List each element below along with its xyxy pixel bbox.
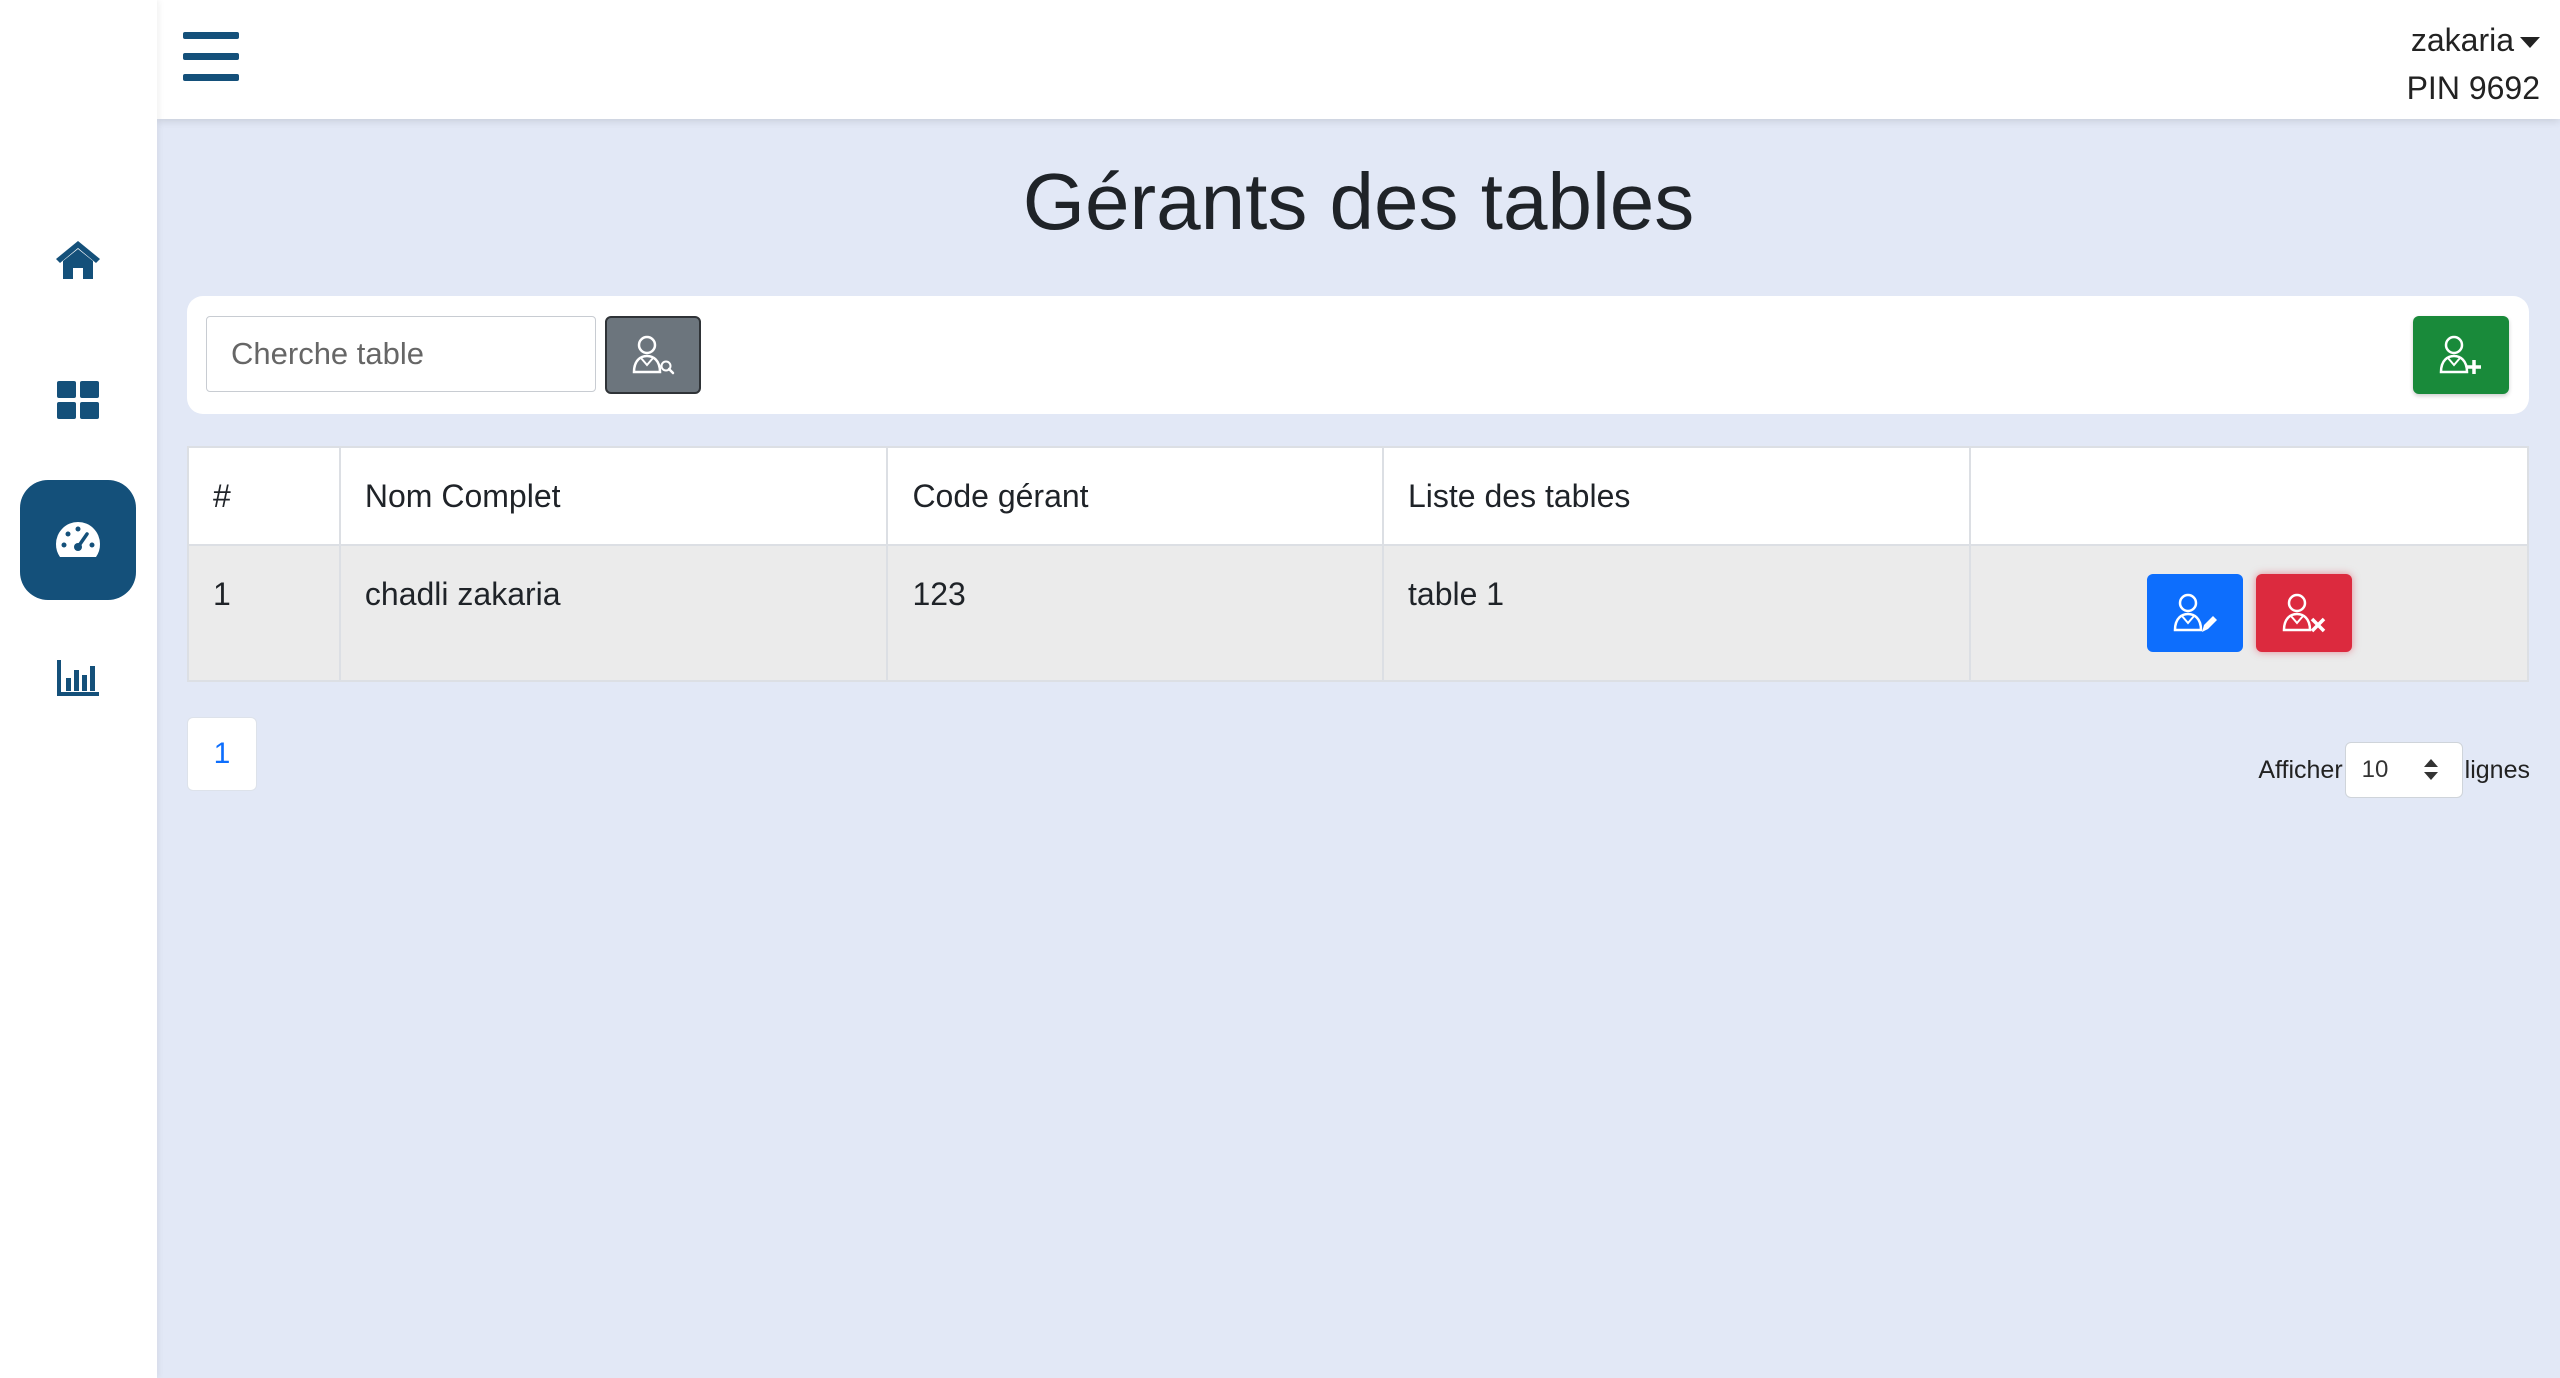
pagination-page-1[interactable]: 1: [187, 717, 257, 791]
column-header-index: #: [187, 446, 341, 546]
rows-per-page-control: Afficher 10 lignes: [2258, 742, 2530, 798]
sidebar-item-home[interactable]: [20, 200, 136, 320]
user-delete-icon: [2282, 593, 2325, 633]
cell-tables: table 1: [1381, 544, 1972, 682]
user-name: zakaria: [2410, 22, 2514, 58]
grid-icon: [57, 381, 99, 419]
column-header-tables: Liste des tables: [1381, 446, 1972, 546]
delete-manager-button[interactable]: [2255, 574, 2352, 652]
rows-show-label: Afficher: [2258, 755, 2343, 784]
sidebar-item-stats[interactable]: [20, 618, 136, 738]
gauge-icon: [55, 522, 101, 557]
sidebar-item-gauge[interactable]: [20, 480, 136, 600]
rows-unit-label: lignes: [2464, 755, 2530, 784]
caret-down-icon: [2520, 37, 2540, 49]
user-search-icon: [632, 335, 675, 375]
hamburger-line: [183, 53, 239, 60]
add-manager-button[interactable]: [2413, 316, 2509, 394]
menu-toggle-button[interactable]: [183, 32, 239, 82]
rows-per-page-value: 10: [2361, 756, 2389, 783]
select-arrows-icon: [2423, 759, 2438, 783]
search-toolbar: [187, 296, 2529, 414]
column-header-name: Nom Complet: [338, 446, 889, 546]
hamburger-line: [183, 32, 239, 39]
cell-code: 123: [886, 544, 1384, 682]
hamburger-line: [183, 74, 239, 81]
table-row: 1 chadli zakaria 123 table 1: [187, 544, 2529, 682]
top-header: zakaria PIN 9692: [157, 0, 2560, 119]
cell-name: chadli zakaria: [338, 544, 889, 682]
user-pin: PIN 9692: [2406, 70, 2540, 106]
edit-manager-button[interactable]: [2146, 574, 2243, 652]
managers-table: # Nom Complet Code gérant Liste des tabl…: [187, 446, 2529, 682]
user-add-icon: [2439, 335, 2481, 374]
sidebar: [0, 0, 157, 1378]
rows-per-page-select[interactable]: 10: [2344, 742, 2463, 798]
user-menu[interactable]: zakaria PIN 9692: [2407, 16, 2540, 112]
column-header-actions: [1969, 446, 2529, 546]
home-icon: [56, 241, 100, 279]
bar-chart-icon: [57, 660, 99, 696]
sidebar-item-dashboard[interactable]: [20, 340, 136, 460]
page-title: Gérants des tables: [1022, 157, 1695, 246]
search-button[interactable]: [605, 316, 701, 394]
search-input[interactable]: [206, 316, 596, 392]
table-header-row: # Nom Complet Code gérant Liste des tabl…: [187, 446, 2529, 546]
cell-actions: [1969, 544, 2529, 682]
user-edit-icon: [2173, 593, 2217, 632]
column-header-code: Code gérant: [886, 446, 1384, 546]
cell-index: 1: [187, 544, 341, 682]
